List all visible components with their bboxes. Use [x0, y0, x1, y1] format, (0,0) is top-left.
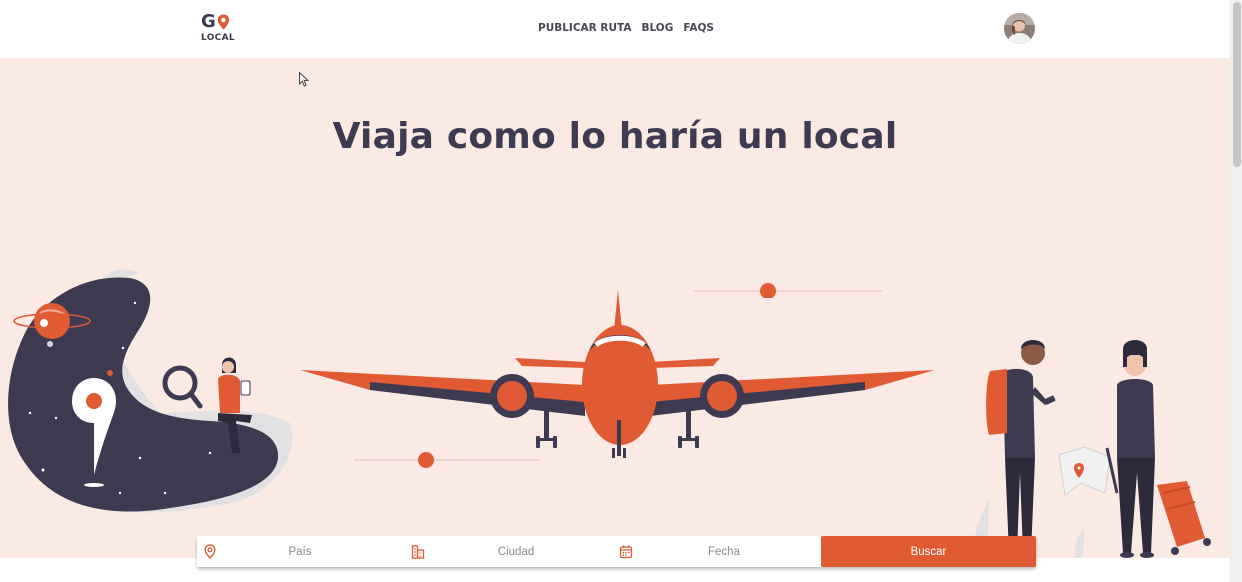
page: G LOCAL PUBLICAR RUTA BLOG FAQS Viaja co… [0, 0, 1242, 582]
header: G LOCAL PUBLICAR RUTA BLOG FAQS [0, 0, 1230, 58]
scrollbar[interactable] [1230, 0, 1242, 582]
map-pin-icon [217, 14, 229, 30]
hero-title: Viaja como lo haría un local [332, 116, 898, 157]
date-field[interactable] [613, 536, 821, 567]
travelers-illustration [945, 340, 1230, 560]
scrollbar-thumb[interactable] [1233, 2, 1241, 167]
logo[interactable]: G LOCAL [201, 12, 241, 46]
search-bar: Buscar [197, 536, 1036, 567]
city-field[interactable] [405, 536, 613, 567]
logo-mark: G [201, 12, 241, 32]
buildings-icon [411, 545, 425, 559]
avatar-image [1004, 13, 1035, 44]
date-input[interactable] [643, 542, 805, 561]
country-input[interactable] [227, 542, 373, 561]
country-field[interactable] [197, 536, 405, 567]
hero: Viaja como lo haría un local [0, 58, 1230, 560]
exploring-illustration [8, 269, 293, 513]
logo-word: LOCAL [201, 33, 235, 43]
map-pin-icon [204, 544, 216, 559]
airplane-illustration [300, 290, 935, 458]
logo-letter: G [201, 11, 216, 32]
nav-publicar-ruta[interactable]: PUBLICAR RUTA [538, 21, 631, 35]
city-input[interactable] [435, 542, 597, 561]
mouse-cursor-icon [299, 72, 309, 87]
search-button[interactable]: Buscar [821, 536, 1036, 567]
calendar-icon [619, 545, 633, 559]
nav-blog[interactable]: BLOG [641, 21, 673, 35]
main-nav: PUBLICAR RUTA BLOG FAQS [538, 21, 714, 35]
user-avatar[interactable] [1004, 13, 1035, 44]
nav-faqs[interactable]: FAQS [683, 21, 714, 35]
